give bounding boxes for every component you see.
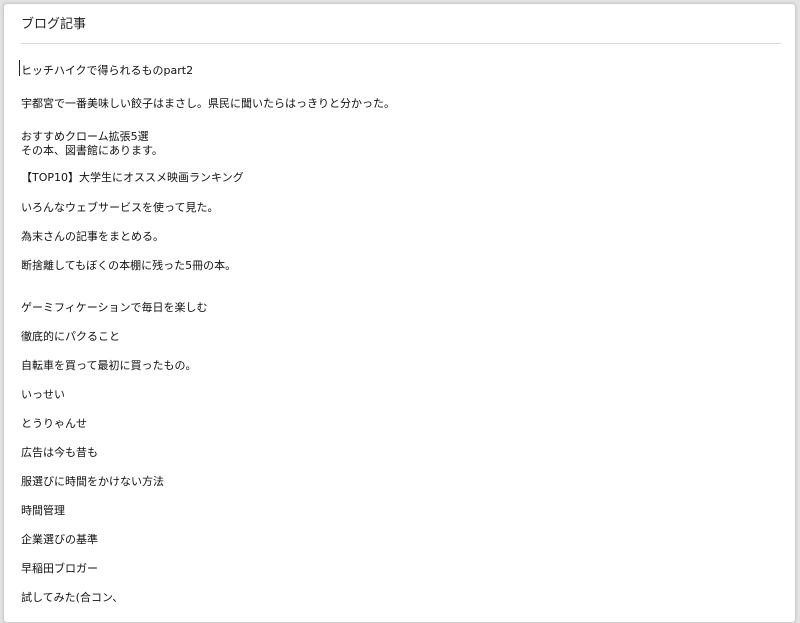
text-caret (19, 60, 20, 76)
editor-line[interactable]: 時間管理 (21, 502, 65, 520)
editor-line[interactable]: いっせい (21, 386, 65, 404)
editor-line[interactable]: ゲーミフィケーションで毎日を楽しむ (21, 299, 208, 317)
editor-line[interactable]: とうりゃんせ (21, 415, 87, 433)
editor-line[interactable]: 服選びに時間をかけない方法 (21, 473, 164, 491)
editor-line[interactable]: 企業選びの基準 (21, 531, 98, 549)
blog-posts-panel: ブログ記事 ヒッチハイクで得られるものpart2 宇都宮で一番美味しい餃子はまさ… (3, 3, 796, 623)
editor-line[interactable]: ヒッチハイクで得られるものpart2 (21, 62, 193, 80)
editor-line[interactable]: 自転車を買って最初に買ったもの。 (21, 357, 196, 375)
editor-line[interactable]: 試してみた(合コン、 (21, 589, 123, 607)
editor-line[interactable]: 断捨離してもぼくの本棚に残った5冊の本。 (21, 257, 236, 275)
editor-line[interactable]: 早稲田ブロガー (21, 560, 98, 578)
editor-line[interactable]: その本、図書館にあります。 (21, 142, 163, 160)
editor-line[interactable]: 徹底的にパクること (21, 328, 120, 346)
editor-line[interactable]: いろんなウェブサービスを使って見た。 (21, 199, 218, 217)
editor-line[interactable]: 【TOP10】大学生にオススメ映画ランキング (21, 169, 244, 187)
title-divider (21, 43, 781, 44)
editor-line[interactable]: 宇都宮で一番美味しい餃子はまさし。県民に聞いたらはっきりと分かった。 (21, 95, 395, 113)
panel-title: ブログ記事 (21, 17, 87, 32)
editor-line[interactable]: 為末さんの記事をまとめる。 (21, 228, 164, 246)
editor-line[interactable]: 広告は今も昔も (21, 444, 98, 462)
